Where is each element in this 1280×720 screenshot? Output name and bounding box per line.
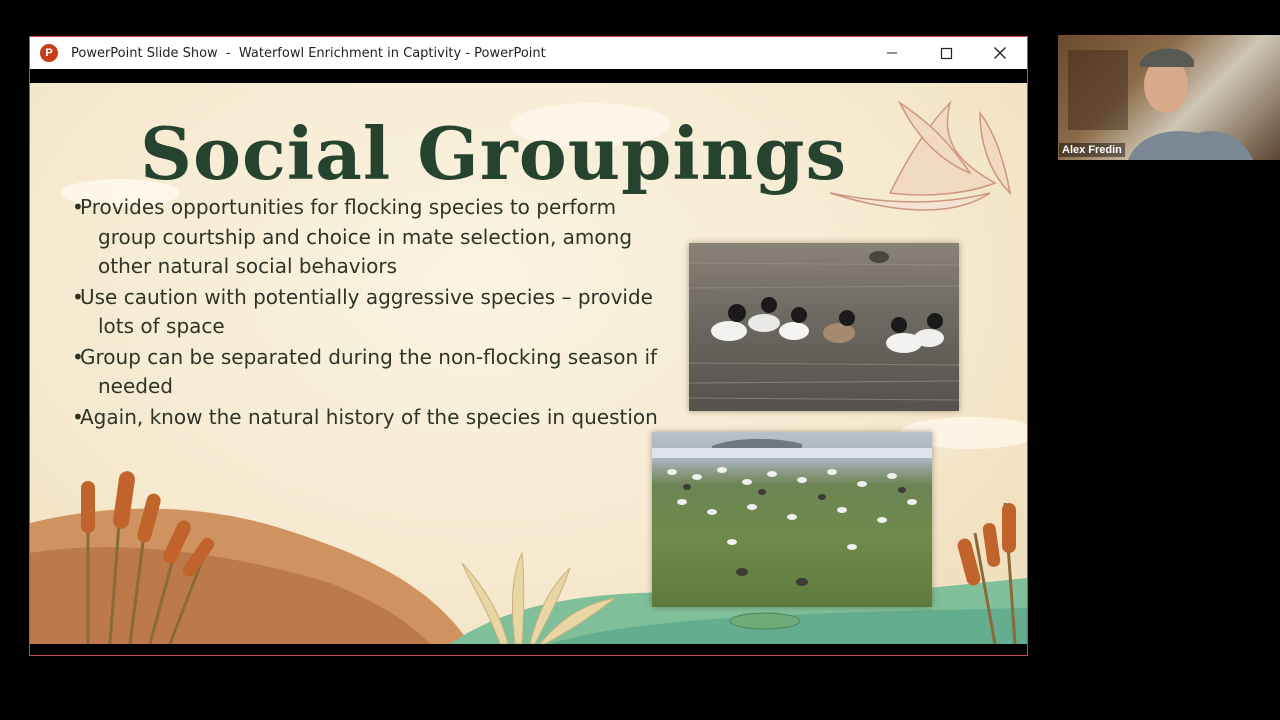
bullet-marker: • [72, 284, 84, 309]
flock-illustration [652, 438, 932, 586]
bullet-marker: • [72, 344, 84, 369]
bullet-text: Group can be separated during the non-fl… [80, 344, 658, 399]
list-item: •Group can be separated during the non-f… [72, 343, 662, 402]
bullet-marker: • [72, 195, 84, 219]
bullet-text: Use caution with potentially aggressive … [80, 284, 653, 339]
close-button[interactable] [973, 37, 1027, 69]
slide-title: Social Groupings [140, 111, 847, 196]
window-title: PowerPoint Slide Show - Waterfowl Enrich… [71, 45, 546, 61]
minimize-icon [887, 52, 897, 54]
bullet-marker: • [72, 404, 84, 429]
powerpoint-window: P PowerPoint Slide Show - Waterfowl Enri… [29, 36, 1028, 656]
maximize-button[interactable] [919, 37, 973, 69]
flock-on-grass-photo [652, 432, 932, 607]
slide-canvas[interactable]: Social Groupings •Provides opportunities… [30, 83, 1027, 644]
powerpoint-app-icon: P [40, 44, 58, 62]
participant-video[interactable]: Alex Fredin [1058, 35, 1280, 160]
window-controls [865, 37, 1027, 69]
minimize-button[interactable] [865, 37, 919, 69]
list-item: •Again, know the natural history of the … [72, 403, 662, 433]
participant-silhouette [1068, 48, 1253, 160]
bullet-text: Provides opportunities for flocking spec… [80, 195, 633, 278]
list-item: •Use caution with potentially aggressive… [72, 283, 662, 342]
bullet-text: Again, know the natural history of the s… [80, 404, 658, 429]
maximize-icon [940, 47, 952, 59]
slide-letterbox [30, 69, 1027, 83]
list-item: •Provides opportunities for flocking spe… [72, 193, 662, 282]
ducks-on-water-photo [688, 243, 960, 411]
participant-name: Alex Fredin [1059, 143, 1125, 157]
bullet-list: •Provides opportunities for flocking spe… [72, 193, 662, 433]
window-titlebar[interactable]: P PowerPoint Slide Show - Waterfowl Enri… [30, 37, 1027, 69]
close-icon [994, 47, 1006, 59]
ducks-illustration [688, 251, 960, 401]
